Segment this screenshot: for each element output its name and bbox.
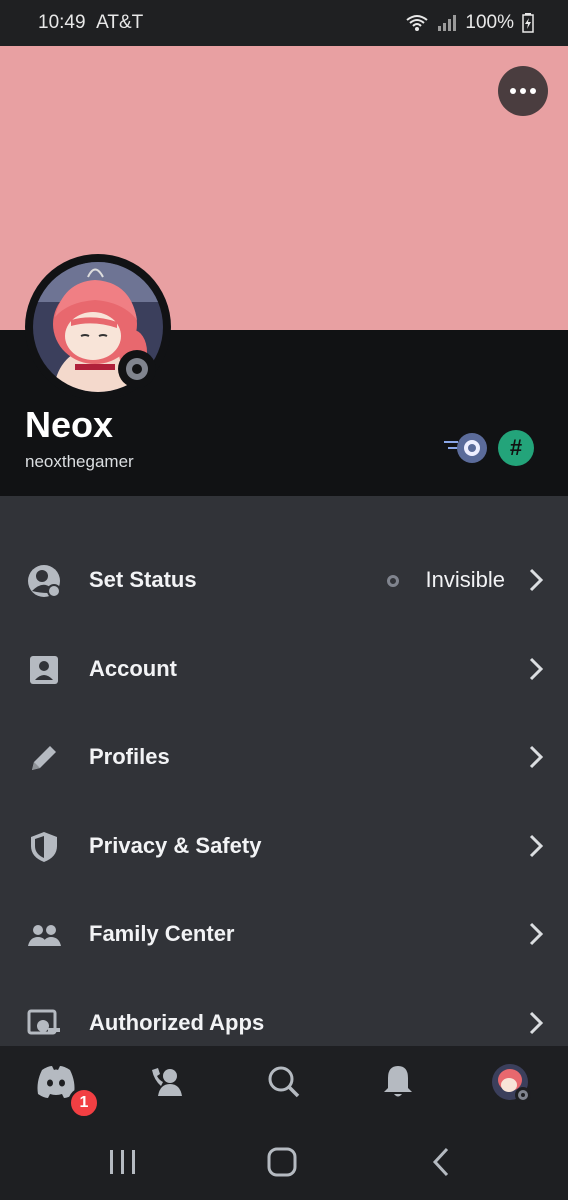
nitro-badge-icon[interactable]: [444, 430, 487, 466]
menu-item-privacy-safety[interactable]: Privacy & Safety: [0, 803, 568, 891]
profile-avatar: [492, 1064, 531, 1103]
hashtag-badge-icon[interactable]: #: [498, 430, 534, 466]
home-button-icon[interactable]: [266, 1146, 298, 1178]
nav-friends[interactable]: [148, 1062, 194, 1108]
bell-icon: [384, 1066, 412, 1097]
invisible-status-dot: [387, 575, 399, 587]
signal-icon: [438, 15, 457, 31]
menu-item-profiles[interactable]: Profiles: [0, 714, 568, 802]
chevron-right-icon: [529, 745, 544, 769]
chevron-right-icon: [529, 1011, 544, 1035]
wifi-icon: [406, 15, 429, 31]
shield-icon: [31, 832, 57, 862]
chevron-right-icon: [529, 922, 544, 946]
account-icon: [30, 656, 58, 684]
nav-search[interactable]: [262, 1062, 308, 1108]
battery-icon: [522, 13, 534, 33]
dot-icon: [530, 88, 536, 94]
menu-item-label: Privacy & Safety: [89, 833, 262, 858]
status-value: Invisible: [425, 567, 505, 592]
invisible-status-indicator: [118, 350, 156, 388]
badge-list: #: [444, 430, 534, 466]
search-icon: [268, 1066, 300, 1098]
status-bar: 10:49 AT&T 100%: [0, 0, 568, 46]
nav-profile[interactable]: [490, 1062, 536, 1108]
apps-icon: [27, 1009, 60, 1035]
system-nav-bar: [0, 1124, 568, 1200]
battery-percent: 100%: [465, 12, 514, 33]
menu-item-family-center[interactable]: Family Center: [0, 891, 568, 979]
recent-apps-icon[interactable]: [108, 1148, 138, 1176]
dot-icon: [520, 88, 526, 94]
chevron-right-icon: [529, 834, 544, 858]
back-icon[interactable]: [430, 1146, 452, 1178]
status-right: 100%: [405, 12, 534, 34]
pencil-icon: [32, 746, 56, 770]
chevron-right-icon: [529, 657, 544, 681]
status-icon: [28, 565, 61, 598]
menu-item-set-status[interactable]: Set Status Invisible: [0, 537, 568, 625]
username: neoxthegamer: [25, 452, 134, 471]
nav-notifications[interactable]: [376, 1062, 422, 1108]
menu-item-label: Account: [89, 656, 177, 681]
menu-item-label: Family Center: [89, 921, 235, 946]
dot-icon: [510, 88, 516, 94]
status-time: 10:49 AT&T: [38, 12, 144, 33]
settings-menu: Set Status Invisible Account Profiles Pr…: [0, 496, 568, 1046]
notification-badge: 1: [68, 1087, 100, 1119]
chevron-right-icon: [529, 568, 544, 592]
family-icon: [28, 925, 61, 946]
menu-item-label: Set Status: [89, 567, 197, 592]
more-options-button[interactable]: [498, 66, 548, 116]
menu-item-label: Authorized Apps: [89, 1010, 265, 1035]
menu-item-label: Profiles: [89, 744, 170, 769]
menu-item-account[interactable]: Account: [0, 626, 568, 714]
display-name: Neox: [25, 404, 114, 445]
friends-icon: [152, 1068, 182, 1096]
